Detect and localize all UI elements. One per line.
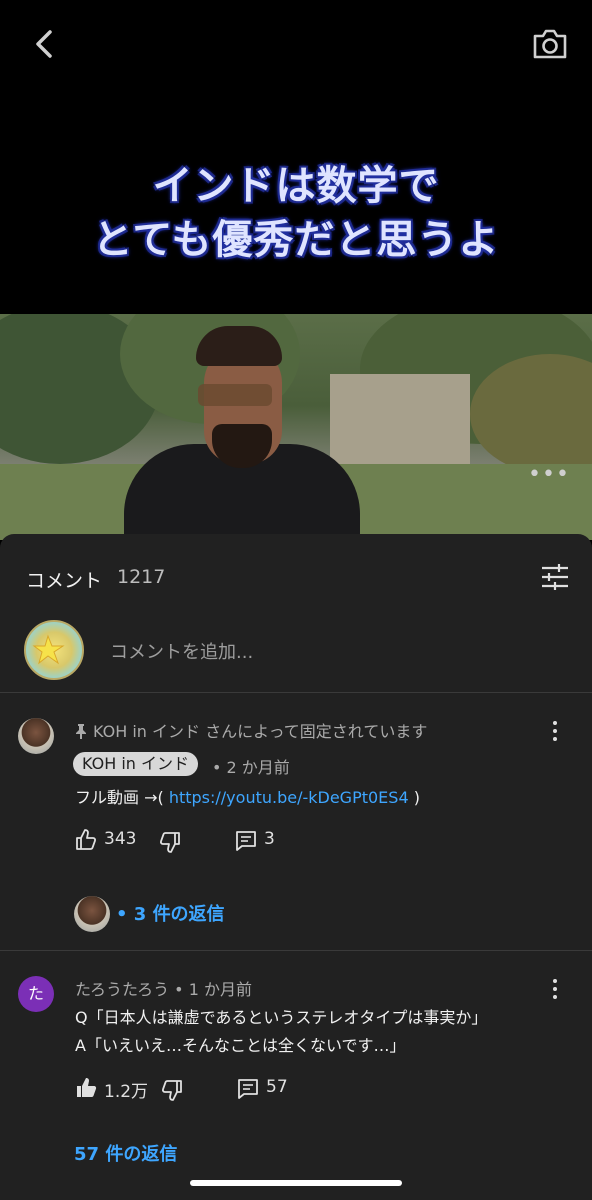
view-replies-link[interactable]: • 3 件の返信 — [116, 900, 225, 926]
like-icon[interactable] — [74, 828, 98, 852]
comment-text-line-2: A「いえいえ…そんなことは全くないです…」 — [75, 1036, 406, 1055]
comments-title: コメント — [26, 570, 103, 592]
comment-author-time: たろうたろう • 1 か月前 — [75, 980, 252, 999]
more-dots-icon[interactable]: ••• — [528, 462, 570, 487]
comment-author-avatar[interactable]: た — [18, 976, 54, 1012]
add-comment-input[interactable]: コメントを追加... — [110, 638, 253, 664]
comment-author-avatar[interactable] — [18, 718, 54, 754]
reply-icon[interactable] — [236, 1077, 260, 1101]
pinned-text: KOH in インド さんによって固定されています — [93, 722, 428, 741]
comment-text-line-1: Q「日本人は謙虚であるというステレオタイプは事実か」 — [75, 1008, 488, 1027]
dislike-icon[interactable] — [160, 1078, 184, 1102]
more-options-icon[interactable] — [550, 720, 560, 742]
video-caption-line-1: インドは数学で — [152, 163, 440, 209]
view-replies-link[interactable]: 57 件の返信 — [74, 1140, 177, 1166]
reply-icon[interactable] — [234, 829, 258, 853]
user-avatar — [24, 620, 84, 680]
video-frame — [0, 314, 592, 540]
comment-link[interactable]: https://youtu.be/-kDeGPt0ES4 — [169, 788, 409, 807]
divider — [0, 692, 592, 693]
comments-count: 1217 — [117, 566, 166, 588]
home-indicator[interactable] — [190, 1180, 402, 1186]
pin-icon — [76, 724, 86, 739]
like-count: 1.2万 — [104, 1082, 149, 1102]
sort-filter-icon[interactable] — [540, 563, 570, 591]
like-count: 343 — [104, 829, 137, 849]
reply-count: 57 — [266, 1077, 288, 1097]
back-arrow-icon[interactable] — [28, 24, 64, 64]
camera-icon[interactable] — [530, 26, 570, 62]
reply-count: 3 — [264, 829, 275, 849]
like-icon[interactable] — [74, 1076, 98, 1100]
comments-panel — [0, 534, 592, 1200]
star-icon — [32, 634, 65, 665]
more-options-icon[interactable] — [550, 978, 560, 1000]
reply-author-avatar — [74, 896, 110, 932]
comment-author-name[interactable]: KOH in インド — [73, 752, 199, 776]
video-player[interactable]: インドは数学で とても優秀だと思うよ ••• — [0, 0, 592, 540]
pinned-label: KOH in インド さんによって固定されています — [75, 718, 427, 742]
comment-text: フル動画 →( https://youtu.be/-kDeGPt0ES4 ) — [75, 788, 420, 807]
comment-time: • 2 か月前 — [212, 758, 290, 777]
dislike-icon[interactable] — [158, 830, 182, 854]
video-caption-line-2: とても優秀だと思うよ — [92, 217, 500, 263]
divider — [0, 950, 592, 951]
